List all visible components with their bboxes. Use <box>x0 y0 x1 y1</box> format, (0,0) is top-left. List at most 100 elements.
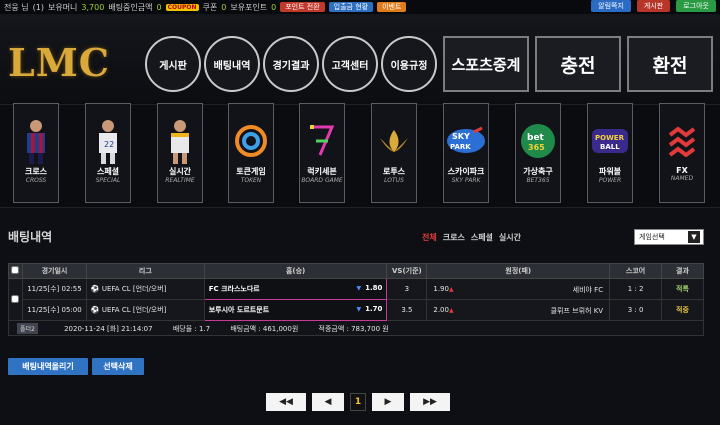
baseball-player-icon: 22 <box>88 118 128 164</box>
bet-summary: 폴더2 2020-11-24 [화] 21:14:07 배당율 : 1.7 배팅… <box>8 320 704 336</box>
select-all-checkbox[interactable] <box>11 266 20 274</box>
game-skypark-title: 스카이파크 <box>447 167 485 176</box>
prev-page-button[interactable]: ◀ <box>312 393 344 411</box>
game-lotus[interactable]: 로투스 LOTUS <box>371 103 417 203</box>
bet-datetime: 2020-11-24 [화] 21:14:07 <box>64 324 153 333</box>
delete-selected-button[interactable]: 선택삭제 <box>92 358 144 375</box>
result: 적중 <box>661 299 704 321</box>
home-odd: 1.80 <box>365 284 383 292</box>
betting-table: 경기일시 리그 홈(승) VS(기준) 원정(패) 스코어 결과 11/25[수… <box>8 263 704 336</box>
game-cross[interactable]: 크로스 CROSS <box>13 103 59 203</box>
vs-value: 3 <box>386 278 428 300</box>
away-cell[interactable]: 1.90▲ 세비야 FC <box>426 278 611 300</box>
filter-tabs: 전체 크로스 스페셜 실시간 <box>422 232 521 243</box>
arrow-down-icon: ▼ <box>356 285 362 292</box>
nav-game-results[interactable]: 경기결과 <box>263 36 319 92</box>
withdraw-button[interactable]: 환전 <box>627 36 713 92</box>
home-team: FC 크라스노다르 <box>208 285 260 293</box>
game-select-value: 게임선택 <box>639 233 665 241</box>
filter-all[interactable]: 전체 <box>422 232 437 243</box>
bet-summary-row: 폴더2 2020-11-24 [화] 21:14:07 배당율 : 1.7 배팅… <box>8 320 704 336</box>
game-menu: 크로스 CROSS 22 스페셜 SPECIAL 실시간 REALTIME 토큰… <box>0 103 720 208</box>
powerball-logo-icon: POWER BALL <box>590 118 630 164</box>
basketball-player-icon <box>160 118 200 164</box>
game-skypark-subtitle: SKY PARK <box>451 177 481 184</box>
score: 1 : 2 <box>609 278 662 300</box>
game-select[interactable]: 게임선택 ▼ <box>634 229 704 245</box>
site-logo[interactable]: LMC <box>8 40 110 85</box>
filter-realtime[interactable]: 실시간 <box>499 232 521 243</box>
svg-text:POWER: POWER <box>595 134 625 142</box>
svg-text:22: 22 <box>104 140 114 149</box>
svg-text:PARK: PARK <box>450 143 471 151</box>
current-page[interactable]: 1 <box>350 393 366 411</box>
game-bet365[interactable]: bet 365 가상축구 BET365 <box>515 103 561 203</box>
col-vs: VS(기준) <box>386 263 428 279</box>
svg-text:bet: bet <box>527 133 545 143</box>
table-header: 경기일시 리그 홈(승) VS(기준) 원정(패) 스코어 결과 <box>8 263 704 279</box>
league-cell: ⚽ UEFA CL [언더/오버] <box>85 278 205 300</box>
message-count[interactable]: (1) <box>33 3 44 12</box>
coupon-label: 쿠폰 <box>202 2 218 12</box>
point-convert-button[interactable]: 포인트 전환 <box>280 2 325 12</box>
page-title: 배팅내역 <box>8 230 53 244</box>
game-token-subtitle: TOKEN <box>240 177 262 184</box>
filter-cross[interactable]: 크로스 <box>443 232 465 243</box>
game-powerball[interactable]: POWER BALL 파워볼 POWER <box>587 103 633 203</box>
match-date: 11/25[수] 05:00 <box>21 299 87 321</box>
game-skypark[interactable]: SKY PARK 스카이파크 SKY PARK <box>443 103 489 203</box>
score: 3 : 0 <box>609 299 662 321</box>
bet-odds: 배당율 : 1.7 <box>172 324 211 333</box>
last-page-button[interactable]: ▶▶ <box>410 393 450 411</box>
next-page-button[interactable]: ▶ <box>372 393 404 411</box>
nav-board[interactable]: 게시판 <box>145 36 201 92</box>
deposit-status-button[interactable]: 입출금 현황 <box>328 2 374 12</box>
home-pick[interactable]: 보루시아 도르트문트 ▼ 1.70 <box>203 299 388 321</box>
col-home: 홈(승) <box>203 263 388 279</box>
game-special[interactable]: 22 스페셜 SPECIAL <box>85 103 131 203</box>
game-powerball-title: 파워볼 <box>598 167 622 176</box>
filter-special[interactable]: 스페셜 <box>471 232 493 243</box>
fx-logo-icon <box>662 118 702 164</box>
home-team: 보루시아 도르트문트 <box>208 306 270 314</box>
arrow-up-icon: ▲ <box>448 286 454 293</box>
logout-button[interactable]: 로그아웃 <box>676 0 716 12</box>
nav-rules[interactable]: 이용규정 <box>381 36 437 92</box>
svg-text:SKY: SKY <box>452 132 470 141</box>
upload-betting-button[interactable]: 배팅내역올리기 <box>8 358 88 375</box>
col-league: 리그 <box>85 263 205 279</box>
game-fx[interactable]: FX NAMED <box>659 103 705 203</box>
svg-text:365: 365 <box>528 143 545 152</box>
away-cell[interactable]: 2.00▲ 클뤼프 브뤼허 KV <box>426 299 611 321</box>
sports-broadcast-button[interactable]: 스포츠중계 <box>443 36 529 92</box>
message-button[interactable]: 알림쪽지 <box>591 0 631 12</box>
lotus-logo-icon <box>374 118 414 164</box>
money-value: 3,700 <box>81 2 105 12</box>
point-label: 보유포인트 <box>230 2 268 12</box>
row-checkbox[interactable] <box>11 294 20 303</box>
nav-customer-center[interactable]: 고객센터 <box>322 36 378 92</box>
game-realtime[interactable]: 실시간 REALTIME <box>157 103 203 203</box>
league-name: UEFA CL [언더/오버] <box>101 306 167 314</box>
game-lucky-seven[interactable]: 럭키세븐 BOARD GAME <box>299 103 345 203</box>
table-row: 11/25[수] 05:00 ⚽ UEFA CL [언더/오버] 보루시아 도르… <box>9 299 704 321</box>
game-lucky-seven-subtitle: BOARD GAME <box>301 177 343 184</box>
user-name: 전웅 님 <box>4 2 29 12</box>
deposit-button[interactable]: 충전 <box>535 36 621 92</box>
event-button[interactable]: 이벤트 <box>377 2 407 12</box>
first-page-button[interactable]: ◀◀ <box>266 393 306 411</box>
game-lucky-seven-title: 럭키세븐 <box>307 167 337 176</box>
game-lotus-title: 로투스 <box>382 167 406 176</box>
nav-betting-history[interactable]: 배팅내역 <box>204 36 260 92</box>
game-token[interactable]: 토큰게임 TOKEN <box>228 103 274 203</box>
vs-value: 3.5 <box>386 299 428 321</box>
game-realtime-title: 실시간 <box>168 167 192 176</box>
game-cross-title: 크로스 <box>24 167 48 176</box>
betting-amount-label: 배팅중인금액 <box>108 2 153 12</box>
money-label: 보유머니 <box>47 2 78 12</box>
point-value: 0 <box>271 2 277 12</box>
game-token-title: 토큰게임 <box>236 167 266 176</box>
board-button[interactable]: 게시판 <box>636 0 671 12</box>
game-fx-subtitle: NAMED <box>670 175 694 182</box>
home-pick[interactable]: FC 크라스노다르 ▼ 1.80 <box>203 278 388 300</box>
